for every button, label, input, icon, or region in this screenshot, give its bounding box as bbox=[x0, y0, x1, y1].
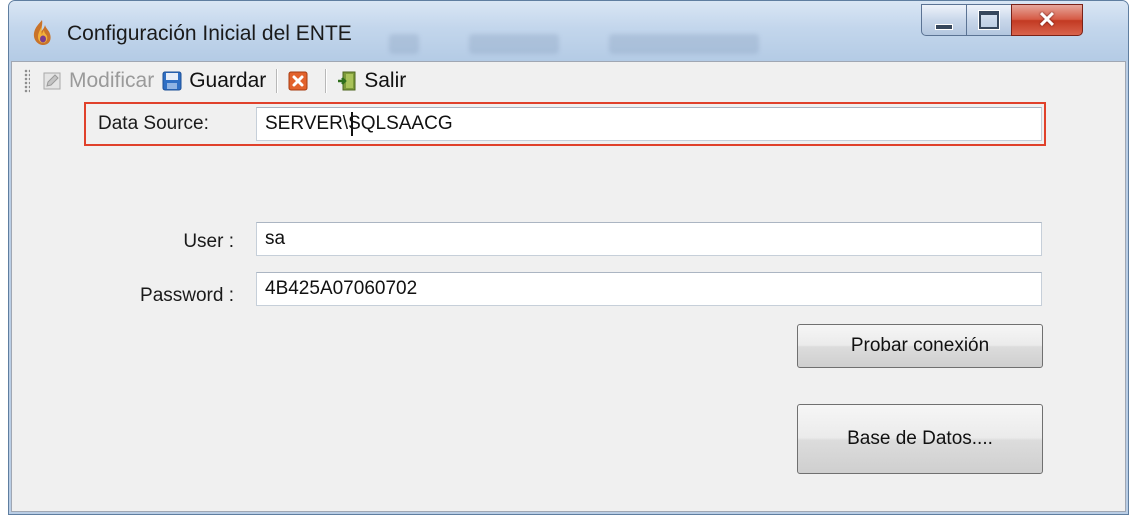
user-field[interactable]: sa bbox=[256, 222, 1042, 256]
cancel-button[interactable] bbox=[284, 66, 319, 96]
salir-label: Salir bbox=[364, 69, 407, 92]
data-source-value: SERVER\SQLSAACG bbox=[265, 113, 453, 134]
background-blur bbox=[609, 34, 759, 54]
toolbar: Modificar Guardar Salir bbox=[12, 62, 1125, 100]
modificar-button[interactable]: Modificar bbox=[38, 66, 158, 96]
minimize-button[interactable] bbox=[921, 4, 967, 36]
password-label: Password : bbox=[140, 285, 234, 306]
user-label: User : bbox=[183, 231, 234, 252]
guardar-button[interactable]: Guardar bbox=[158, 66, 270, 96]
maximize-button[interactable] bbox=[966, 4, 1012, 36]
title-bar[interactable]: Configuración Inicial del ENTE ✕ bbox=[9, 1, 1128, 61]
toolbar-grip[interactable] bbox=[24, 69, 30, 93]
salir-button[interactable]: Salir bbox=[333, 66, 410, 96]
cancel-x-icon bbox=[288, 71, 308, 91]
app-icon bbox=[33, 20, 51, 45]
background-blur bbox=[469, 34, 559, 54]
password-value: 4B425A07060702 bbox=[265, 278, 418, 299]
close-icon: ✕ bbox=[1037, 7, 1057, 32]
edit-icon bbox=[43, 72, 61, 90]
minimize-icon bbox=[935, 24, 953, 30]
exit-door-icon bbox=[338, 71, 356, 91]
background-blur bbox=[389, 34, 419, 54]
toolbar-separator bbox=[325, 69, 328, 93]
maximize-icon bbox=[979, 11, 999, 29]
close-button[interactable]: ✕ bbox=[1011, 4, 1083, 36]
data-source-field[interactable]: SERVER\SQLSAACG bbox=[256, 107, 1042, 141]
toolbar-separator bbox=[276, 69, 279, 93]
user-value: sa bbox=[265, 228, 286, 249]
save-disk-icon bbox=[162, 71, 182, 91]
guardar-label: Guardar bbox=[189, 69, 267, 92]
window-title: Configuración Inicial del ENTE bbox=[67, 22, 352, 45]
data-source-label: Data Source: bbox=[98, 113, 209, 134]
password-field[interactable]: 4B425A07060702 bbox=[256, 272, 1042, 306]
probar-conexion-button[interactable]: Probar conexión bbox=[797, 324, 1043, 368]
modificar-label: Modificar bbox=[69, 69, 155, 92]
base-de-datos-button[interactable]: Base de Datos.... bbox=[797, 404, 1043, 474]
text-caret bbox=[351, 112, 353, 136]
